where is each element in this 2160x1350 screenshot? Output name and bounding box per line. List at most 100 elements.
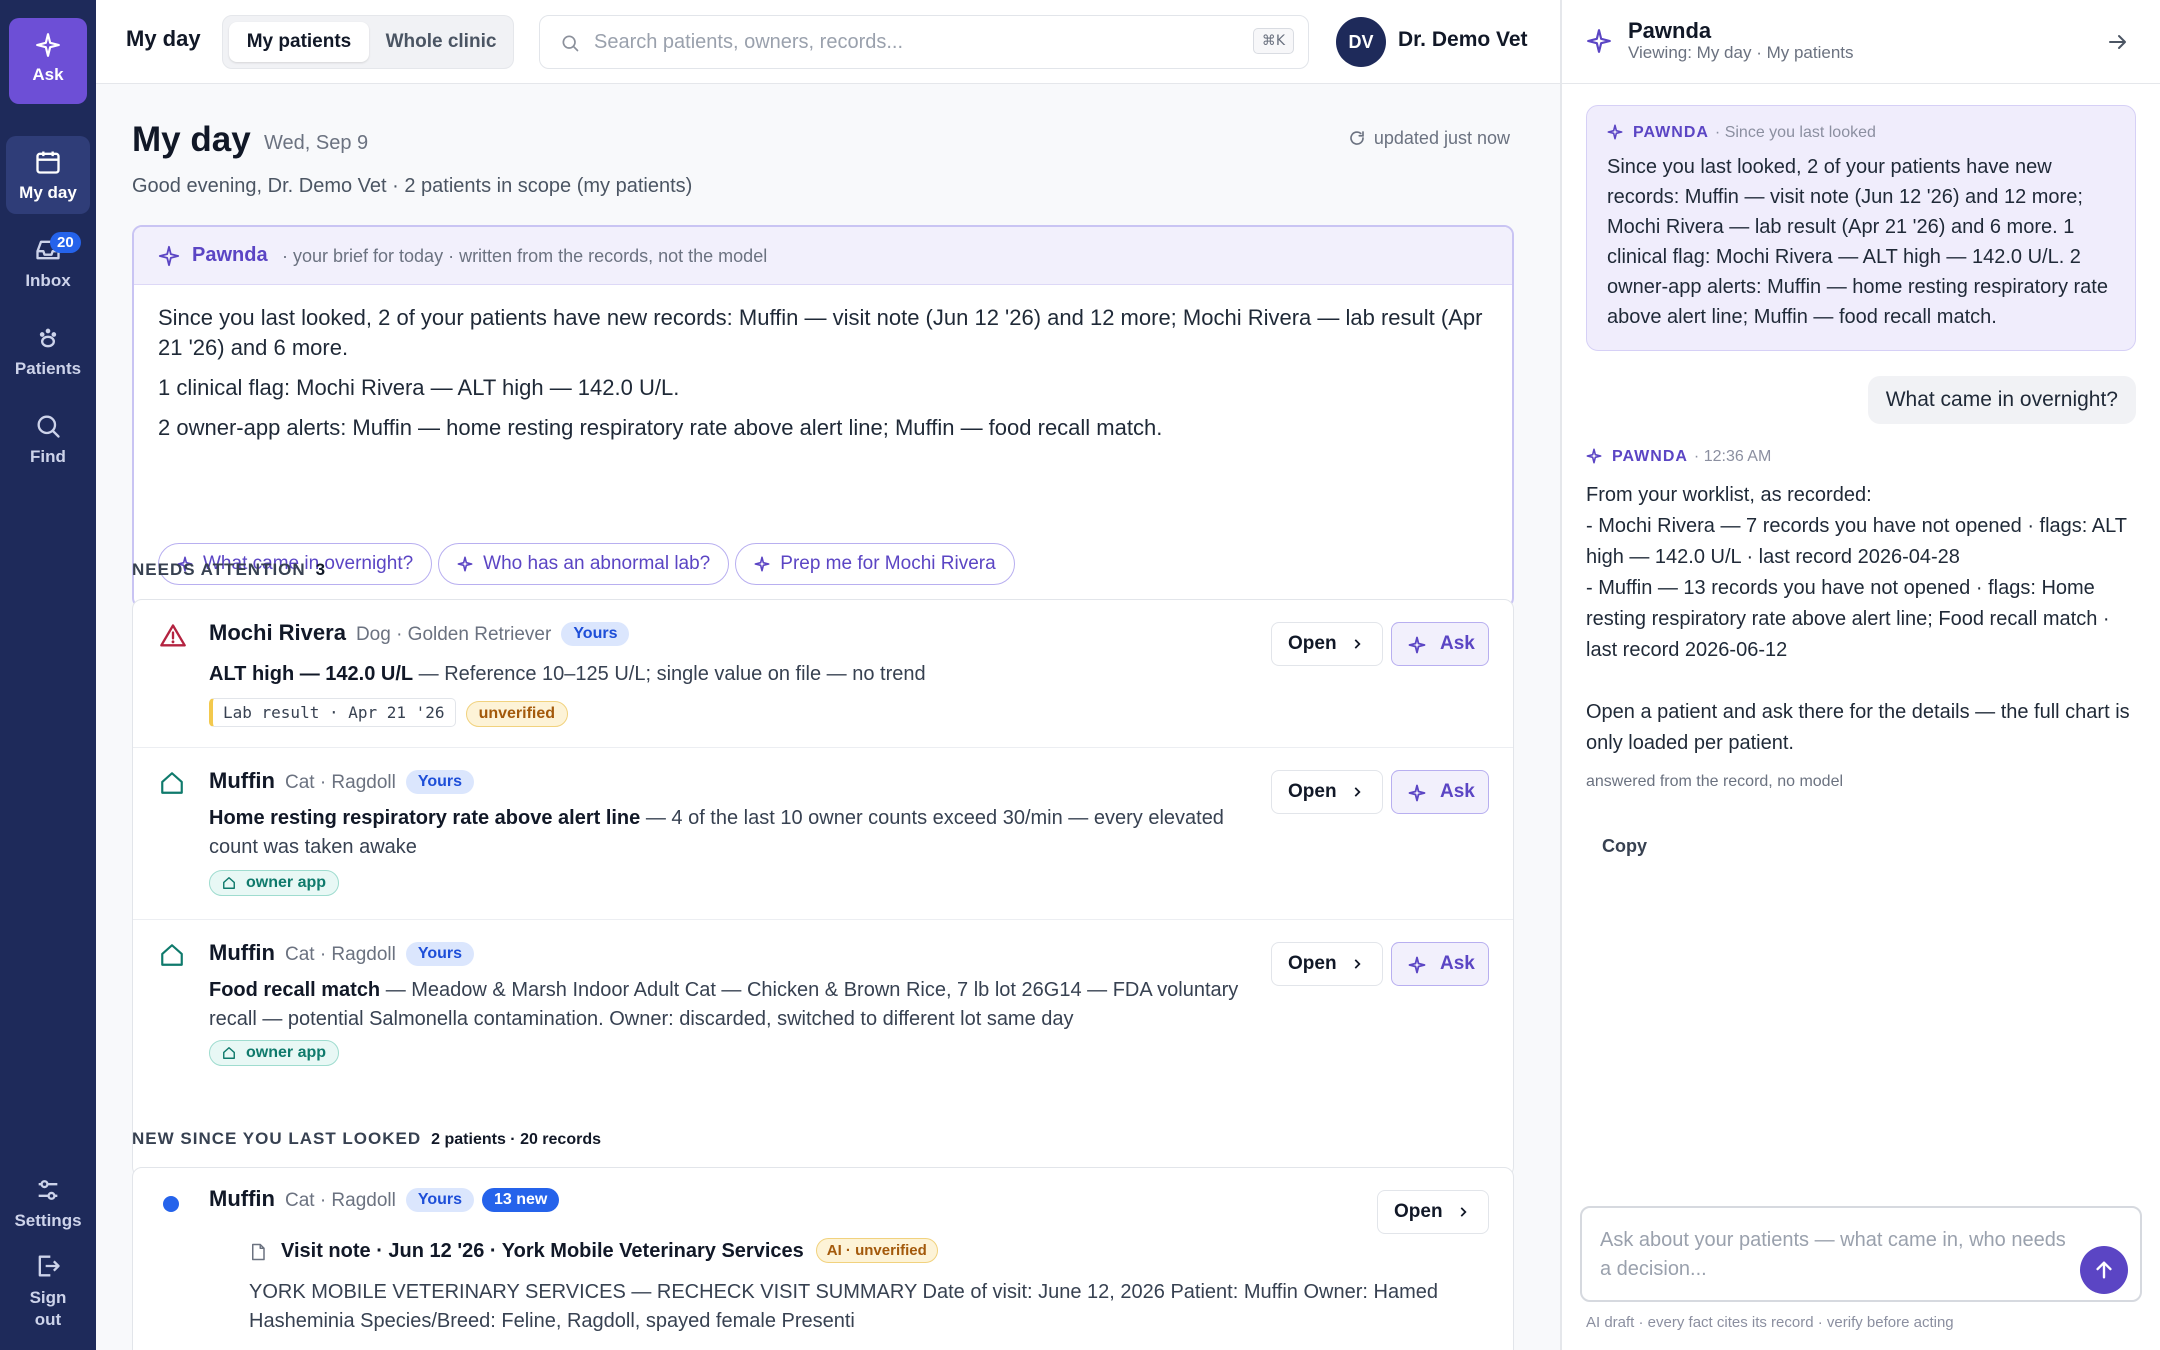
owner-app-label: owner app (246, 1044, 327, 1061)
sign-out-icon (38, 1255, 60, 1277)
open-label: Open (1288, 781, 1337, 802)
yours-badge: Yours (405, 770, 475, 794)
chevron-right-icon (1354, 639, 1361, 649)
alert-detail: — Reference 10–125 U/L; single value on … (413, 663, 926, 685)
main-content: My day Wed, Sep 9 updated just now Good … (96, 84, 1560, 1350)
patient-species: Cat · Ragdoll (284, 944, 396, 965)
open-label: Open (1288, 953, 1337, 974)
unread-dot (163, 1196, 179, 1212)
chip-abnormal-lab[interactable]: Who has an abnormal lab? (438, 543, 730, 585)
open-button[interactable]: Open (1271, 622, 1383, 666)
nav-inbox[interactable]: 20 Inbox (6, 224, 90, 302)
warning-icon (160, 624, 186, 647)
nav-inbox-label: Inbox (25, 271, 71, 290)
reply-text: From your worklist, as recorded: - Mochi… (1586, 484, 2130, 754)
brief-line: 1 clinical flag: Mochi Rivera — ALT high… (158, 375, 680, 400)
document-icon (252, 1243, 265, 1261)
chat-input[interactable]: Ask about your patients — what came in, … (1580, 1206, 2142, 1302)
chat-input-placeholder: Ask about your patients — what came in, … (1600, 1229, 2066, 1280)
assistant-header: Pawnda Viewing: My day · My patients (1562, 0, 2160, 84)
ai-disclaimer: AI draft · every fact cites its record ·… (1586, 1314, 1954, 1331)
nav-settings-label: Settings (14, 1211, 82, 1230)
nav-sign-out[interactable]: Sign out (6, 1240, 90, 1336)
send-button[interactable] (2080, 1246, 2128, 1294)
open-button[interactable]: Open (1377, 1190, 1489, 1234)
message-header: PAWNDA · Since you last looked (1607, 124, 2115, 142)
nav-find-label: Find (30, 447, 66, 466)
message-text: Since you last looked, 2 of your patient… (1607, 156, 2108, 328)
new-since-heading: NEW SINCE YOU LAST LOOKED 2 patients · 20… (132, 1129, 601, 1149)
yours-badge: Yours (405, 1188, 475, 1212)
new-records-row[interactable]: Muffin Cat · Ragdoll Yours 13 new Open Visi… (133, 1168, 1513, 1350)
sparkle-icon (36, 33, 60, 57)
new-since-summary: 2 patients · 20 records (431, 1131, 601, 1148)
nav-find[interactable]: Find (6, 400, 90, 478)
search-placeholder: Search patients, owners, records... (594, 31, 904, 53)
alert-description: Home resting respiratory rate above aler… (209, 804, 1249, 862)
attention-row[interactable]: Muffin Cat · Ragdoll Yours Food recall mat… (133, 920, 1513, 1090)
nav-patients-label: Patients (14, 359, 82, 378)
nav-settings[interactable]: Settings (6, 1164, 90, 1242)
attention-row[interactable]: Muffin Cat · Ragdoll Yours Home resting re… (133, 748, 1513, 920)
ask-button[interactable]: Ask (9, 18, 87, 104)
ask-about-button[interactable]: Ask (1391, 622, 1489, 666)
record-source-pill[interactable]: Lab result · Apr 21 '26 (209, 698, 456, 727)
brief-assistant-name: Pawnda (192, 244, 268, 266)
search-icon (37, 415, 60, 438)
top-bar-title: My day (126, 26, 201, 51)
alert-title: ALT high — 142.0 U/L (209, 663, 414, 685)
sparkle-icon (1587, 29, 1611, 53)
top-bar: My day My patients Whole clinic Search p… (96, 0, 1560, 84)
paw-icon (39, 328, 57, 348)
needs-attention-heading: NEEDS ATTENTION 3 (132, 560, 325, 580)
search-input[interactable]: Search patients, owners, records... ⌘K (539, 15, 1309, 69)
ask-about-button[interactable]: Ask (1391, 942, 1489, 986)
daily-brief: Pawnda · your brief for today · written … (132, 225, 1514, 608)
user-name[interactable]: Dr. Demo Vet (1398, 28, 1528, 52)
needs-attention-count: 3 (315, 560, 326, 579)
patient-name-text: Mochi Rivera (209, 620, 346, 645)
collapse-panel-icon[interactable] (2106, 30, 2130, 54)
brief-header: Pawnda · your brief for today · written … (134, 227, 1512, 285)
arrow-up-icon (2096, 1261, 2112, 1279)
ai-status-badge: AI · unverified (815, 1238, 938, 1263)
chevron-right-icon (1460, 1207, 1467, 1217)
record-title[interactable]: Visit note · Jun 12 '26 · York Mobile Ve… (281, 1238, 938, 1263)
sparkle-icon (1408, 636, 1426, 654)
refresh-status[interactable]: updated just now (1348, 128, 1510, 149)
owner-app-pill[interactable]: owner app (209, 870, 340, 896)
home-icon (161, 772, 183, 794)
assistant-panel: Pawnda Viewing: My day · My patients PAW… (1562, 0, 2160, 1350)
ask-label: Ask (32, 65, 64, 84)
message-header: PAWNDA · 12:36 AM (1586, 448, 2146, 466)
scope-toggle: My patients Whole clinic (222, 15, 514, 69)
nav-sign-out-label: Sign out (29, 1288, 67, 1329)
home-icon (161, 944, 183, 966)
nav-patients[interactable]: Patients (6, 312, 90, 390)
reply-source-note: answered from the record, no model (1586, 773, 1844, 790)
sparkle-icon (457, 556, 473, 572)
open-button[interactable]: Open (1271, 770, 1383, 814)
copy-button[interactable]: Copy (1586, 830, 1663, 863)
avatar[interactable]: DV (1336, 17, 1386, 67)
scope-whole-clinic[interactable]: Whole clinic (373, 22, 509, 62)
search-shortcut: ⌘K (1252, 28, 1294, 54)
message-sender: PAWNDA (1612, 448, 1688, 465)
sparkle-icon (1408, 784, 1426, 802)
scope-my-patients[interactable]: My patients (229, 22, 369, 62)
refresh-icon (1350, 131, 1364, 145)
patient-name-text: Muffin (209, 1186, 275, 1211)
sparkle-icon (754, 556, 770, 572)
ask-about-button[interactable]: Ask (1391, 770, 1489, 814)
brief-subtitle: · your brief for today · written from th… (282, 246, 768, 266)
ask-label: Ask (1440, 633, 1475, 654)
new-count-badge: 13 new (482, 1188, 560, 1212)
attention-row[interactable]: Mochi Rivera Dog · Golden Retriever Yours … (133, 600, 1513, 748)
chip-label: Prep me for Mochi Rivera (780, 553, 996, 574)
nav-my-day[interactable]: My day (6, 136, 90, 214)
owner-app-pill[interactable]: owner app (209, 1040, 340, 1066)
patient-species: Cat · Ragdoll (284, 1190, 396, 1211)
chip-prep-mochi[interactable]: Prep me for Mochi Rivera (735, 543, 1015, 585)
open-button[interactable]: Open (1271, 942, 1383, 986)
patient-species: Dog · Golden Retriever (355, 624, 552, 645)
